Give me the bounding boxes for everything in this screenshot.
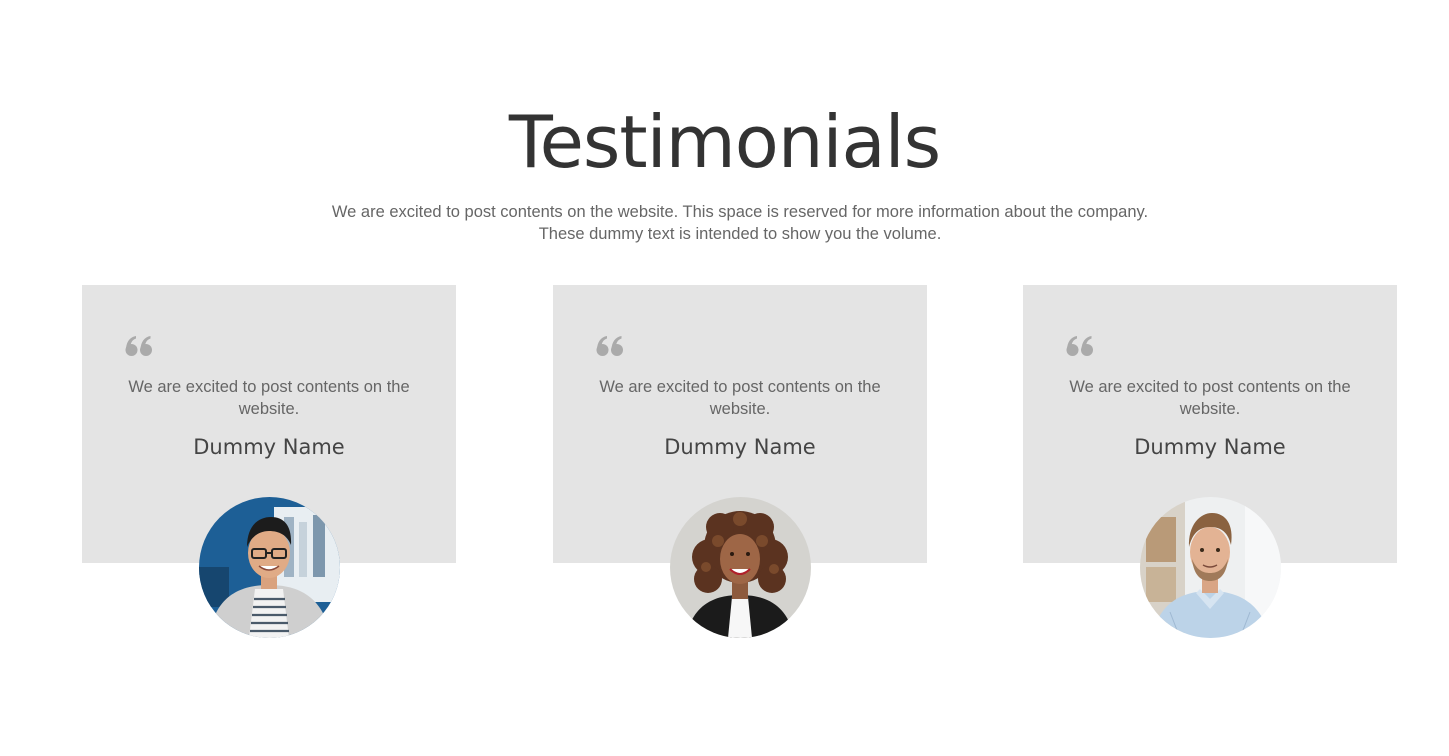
testimonial-quote: We are excited to post contents on the w… [599, 378, 881, 418]
quote-icon [1066, 335, 1094, 357]
avatar [199, 497, 340, 638]
quote-icon [596, 335, 624, 357]
testimonial-quote: We are excited to post contents on the w… [1069, 378, 1351, 418]
section-title: Testimonials [508, 100, 941, 184]
avatar [1140, 497, 1281, 638]
testimonial-name: Dummy Name [1134, 435, 1286, 459]
testimonial-name: Dummy Name [193, 435, 345, 459]
section-subtitle: We are excited to post contents on the w… [331, 203, 1149, 243]
testimonial-quote: We are excited to post contents on the w… [128, 378, 410, 418]
quote-icon [125, 335, 153, 357]
avatar [670, 497, 811, 638]
testimonial-name: Dummy Name [664, 435, 816, 459]
